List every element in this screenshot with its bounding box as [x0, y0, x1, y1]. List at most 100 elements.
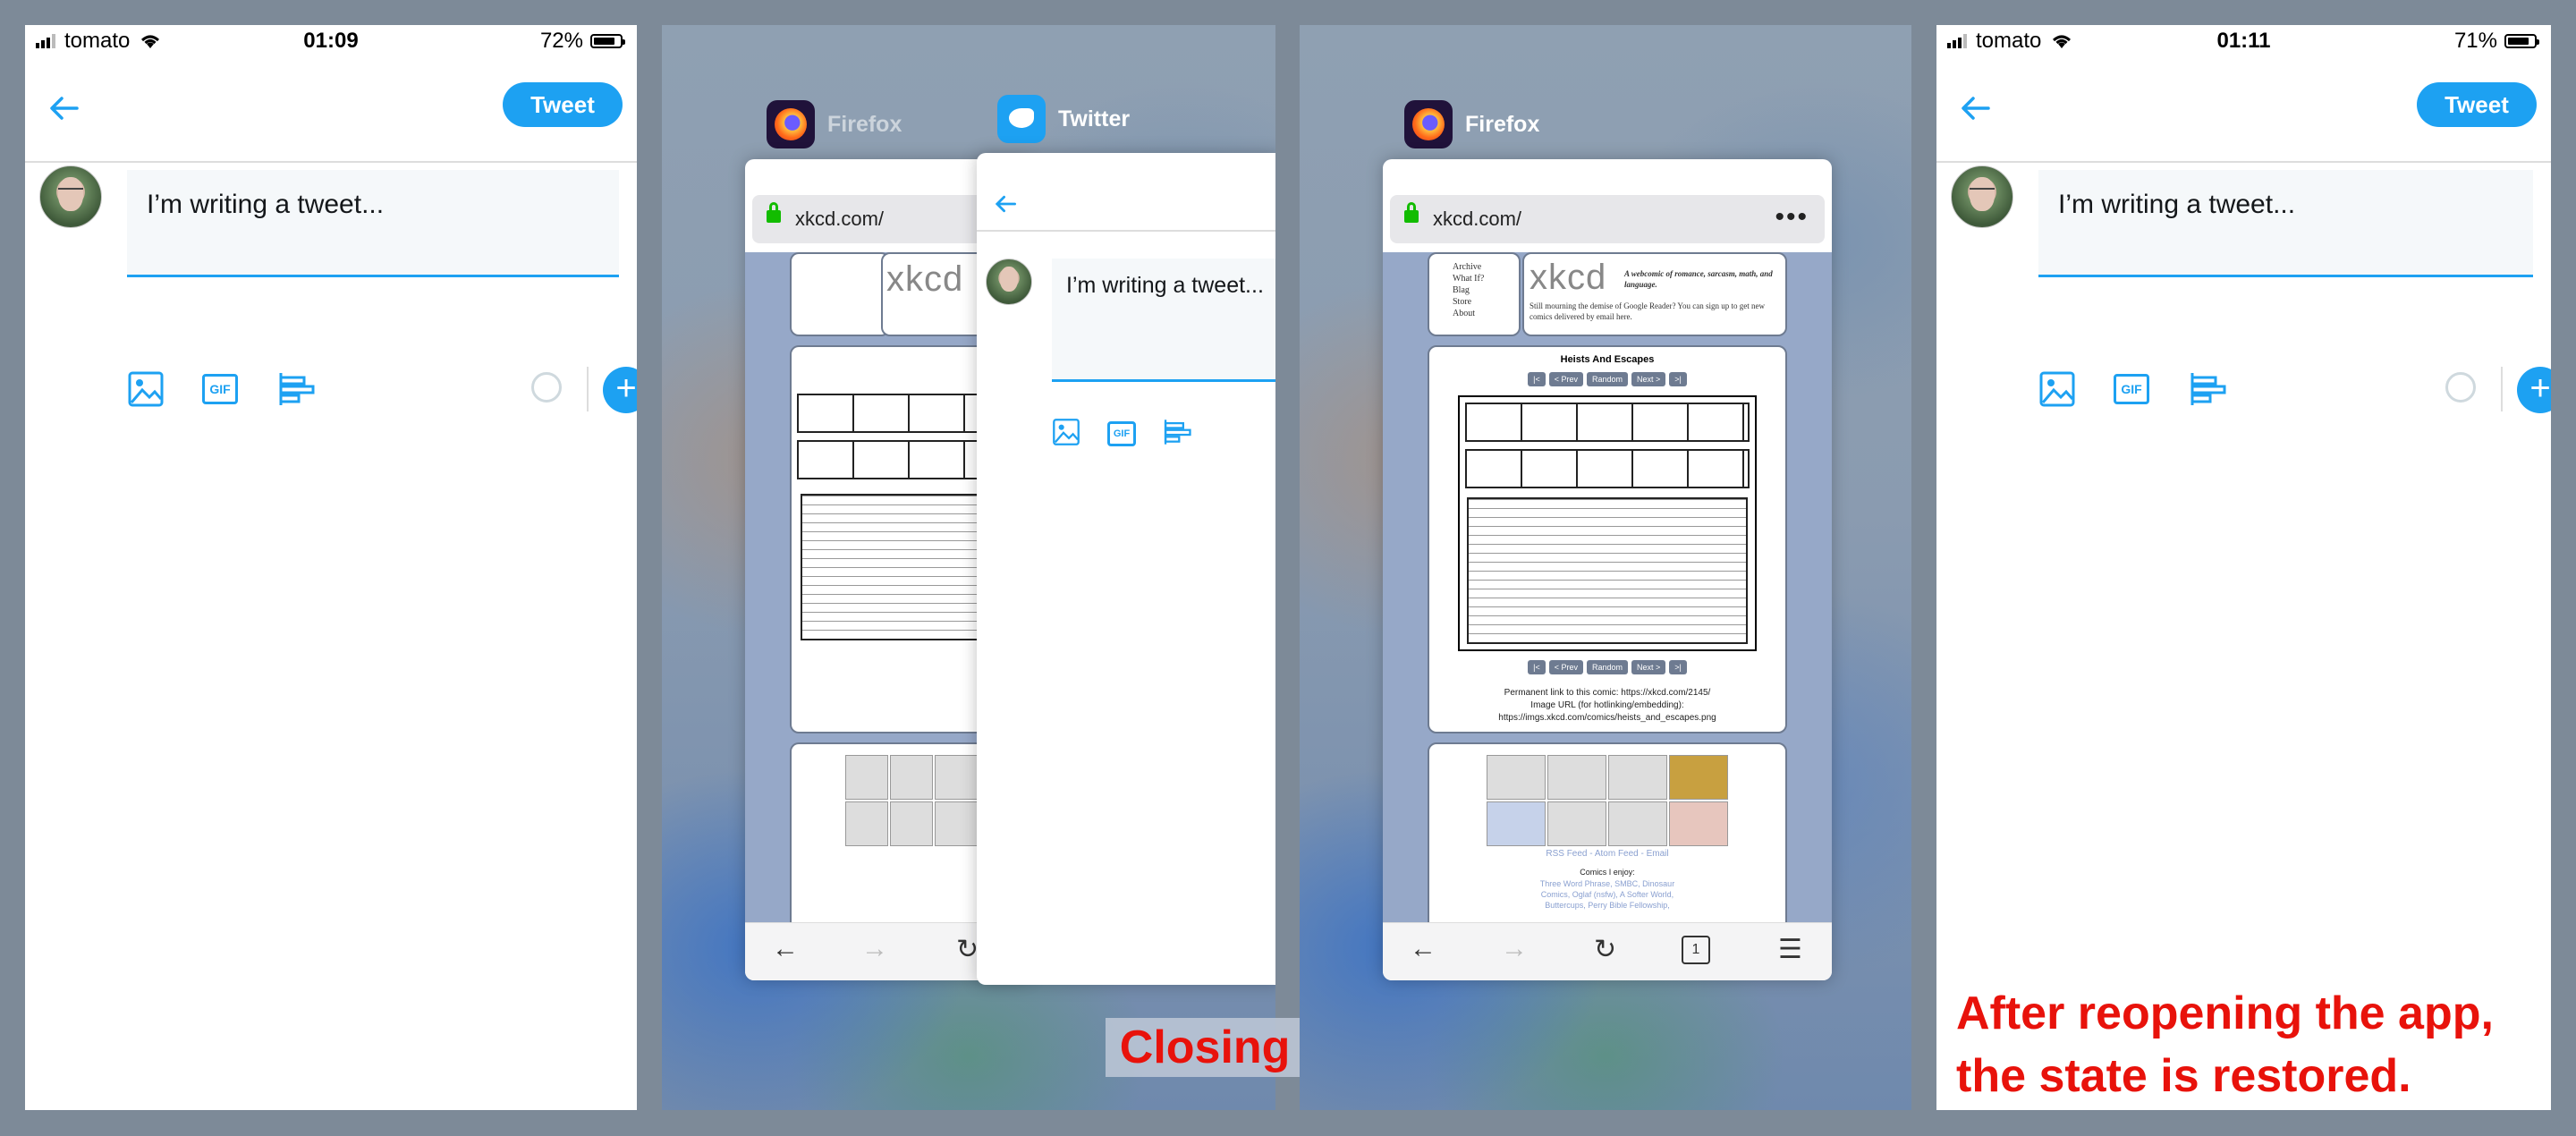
xkcd-nav-menu: Archive What If? Blag Store About — [1428, 252, 1521, 336]
xkcd-header: xkcd A webcomic of romance, sarcasm, mat… — [1522, 252, 1787, 336]
battery-icon — [2504, 34, 2539, 48]
tweet-button[interactable]: Tweet — [2417, 82, 2537, 127]
forward-icon[interactable]: → — [1501, 934, 1528, 964]
compose-header: Tweet — [25, 55, 637, 163]
status-bar: tomato 01:09 72% — [25, 25, 637, 55]
xkcd-notice: Still mourning the demise of Google Read… — [1530, 301, 1765, 321]
tweet-button[interactable]: Tweet — [503, 82, 623, 127]
comic-thumbnails — [1487, 755, 1728, 846]
nav-random[interactable]: Random — [1586, 372, 1629, 386]
permalink-text: Permanent link to this comic: https://xk… — [1504, 688, 1711, 698]
nav-first[interactable]: |< — [1528, 660, 1546, 674]
gif-icon: GIF — [202, 374, 238, 404]
screenshot-app-switcher-closing: Firefox xkcd.com/ xkcd ← → ↻ Twitter I’m… — [662, 25, 1275, 1110]
status-bar: tomato 01:11 71% — [1936, 25, 2551, 55]
caption-restored-line1: After reopening the app, — [1956, 988, 2494, 1039]
caption-restored-line2: the state is restored. — [1956, 1050, 2411, 1102]
gif-button[interactable]: GIF — [202, 370, 240, 408]
image-icon[interactable] — [2038, 370, 2076, 408]
avatar — [986, 259, 1032, 305]
nav-random[interactable]: Random — [1586, 660, 1629, 674]
nav-last[interactable]: >| — [1669, 372, 1687, 386]
nav-prev[interactable]: < Prev — [1548, 372, 1583, 386]
xkcd-logo[interactable]: xkcd — [1530, 258, 1606, 298]
toolbar-divider — [2501, 367, 2503, 411]
lock-icon — [767, 202, 781, 223]
battery-icon — [590, 34, 625, 48]
nav-prev[interactable]: < Prev — [1548, 660, 1583, 674]
gif-icon: GIF — [2114, 374, 2149, 404]
firefox-card[interactable]: xkcd.com/ ••• Archive What If? Blag Stor… — [1383, 159, 1832, 980]
reload-icon[interactable]: ↻ — [1594, 934, 1616, 965]
image-icon[interactable] — [1052, 418, 1080, 446]
compose-toolbar: GIF + — [2038, 365, 2551, 415]
url-bar[interactable]: xkcd.com/ ••• — [1390, 195, 1825, 243]
twitter-card-header — [977, 153, 1275, 232]
nav-next[interactable]: Next > — [1631, 660, 1666, 674]
comics-list[interactable]: Three Word Phrase, SMBC, Dinosaur Comics… — [1528, 878, 1687, 911]
image-url-text: https://imgs.xkcd.com/comics/heists_and_… — [1498, 713, 1716, 723]
gif-button[interactable]: GIF — [1107, 418, 1136, 446]
avatar — [39, 165, 102, 228]
toolbar-divider — [587, 367, 589, 411]
forward-icon[interactable]: → — [861, 934, 888, 964]
poll-icon[interactable] — [1163, 418, 1191, 446]
image-icon[interactable] — [127, 370, 165, 408]
tab-count-button[interactable]: 1 — [1682, 936, 1710, 964]
comic-nav-top: |< < Prev Random Next > >| — [1429, 372, 1785, 386]
add-tweet-button[interactable]: + — [603, 367, 637, 413]
nav-next[interactable]: Next > — [1631, 372, 1666, 386]
comics-i-enjoy-label: Comics I enjoy: — [1580, 868, 1635, 877]
xkcd-menu-archive[interactable]: Archive — [1453, 261, 1519, 273]
poll-icon[interactable] — [2189, 370, 2226, 408]
xkcd-page: Archive What If? Blag Store About xkcd A… — [1383, 252, 1832, 939]
twitter-icon — [997, 95, 1046, 143]
xkcd-menu-blag[interactable]: Blag — [1453, 284, 1519, 296]
xkcd-menu-whatif[interactable]: What If? — [1453, 273, 1519, 284]
firefox-app-name: Firefox — [827, 111, 902, 137]
reload-icon[interactable]: ↻ — [956, 934, 979, 965]
hamburger-menu-icon[interactable]: ☰ — [1778, 934, 1802, 965]
back-arrow-icon[interactable] — [48, 95, 79, 122]
url-text: xkcd.com/ — [1433, 208, 1522, 230]
twitter-card[interactable]: I’m writing a tweet... GIF — [977, 153, 1275, 985]
firefox-app-label: Firefox — [767, 100, 902, 148]
character-counter — [531, 372, 562, 403]
url-text: xkcd.com/ — [795, 208, 885, 230]
back-icon[interactable]: ← — [1410, 934, 1436, 964]
add-tweet-button[interactable]: + — [2517, 367, 2551, 413]
xkcd-comic-box: Heists And Escapes |< < Prev Random Next… — [1428, 345, 1787, 733]
screenshot-after: tomato 01:11 71% Tweet I’m writing a twe… — [1936, 25, 2551, 1110]
comic-image — [1458, 395, 1757, 651]
back-arrow-icon[interactable] — [995, 194, 1016, 214]
firefox-app-label: Firefox — [1404, 100, 1539, 148]
avatar — [1951, 165, 2013, 228]
character-counter — [2445, 372, 2476, 403]
comic-nav-bottom: |< < Prev Random Next > >| — [1429, 660, 1785, 674]
nav-last[interactable]: >| — [1669, 660, 1687, 674]
firefox-app-name: Firefox — [1465, 111, 1540, 137]
gif-button[interactable]: GIF — [2114, 370, 2151, 408]
firefox-icon — [767, 100, 815, 148]
xkcd-menu-store[interactable]: Store — [1453, 296, 1519, 308]
screenshot-app-switcher-closed: Firefox xkcd.com/ ••• Archive What If? B… — [1300, 25, 1911, 1110]
back-arrow-icon[interactable] — [1960, 95, 1990, 122]
twitter-app-name: Twitter — [1058, 106, 1131, 131]
menu-dots-icon[interactable]: ••• — [1775, 202, 1809, 233]
comic-title: Heists And Escapes — [1560, 354, 1655, 365]
battery-percent: 71% — [2453, 29, 2497, 53]
compose-toolbar: GIF + — [127, 365, 637, 415]
xkcd-footer-box: RSS Feed - Atom Feed - Email Comics I en… — [1428, 742, 1787, 939]
back-icon[interactable]: ← — [772, 934, 799, 964]
nav-first[interactable]: |< — [1528, 372, 1546, 386]
poll-icon[interactable] — [277, 370, 315, 408]
tweet-compose-input[interactable]: I’m writing a tweet... — [127, 170, 619, 277]
feed-links[interactable]: RSS Feed - Atom Feed - Email — [1429, 848, 1785, 860]
xkcd-menu-about[interactable]: About — [1453, 308, 1519, 319]
tweet-compose-input[interactable]: I’m writing a tweet... — [1052, 259, 1275, 382]
image-url-label: Image URL (for hotlinking/embedding): — [1530, 700, 1684, 710]
lock-icon — [1404, 202, 1419, 223]
xkcd-nav-menu — [790, 252, 890, 336]
compose-toolbar: GIF — [1052, 412, 1275, 462]
tweet-compose-input[interactable]: I’m writing a tweet... — [2038, 170, 2533, 277]
